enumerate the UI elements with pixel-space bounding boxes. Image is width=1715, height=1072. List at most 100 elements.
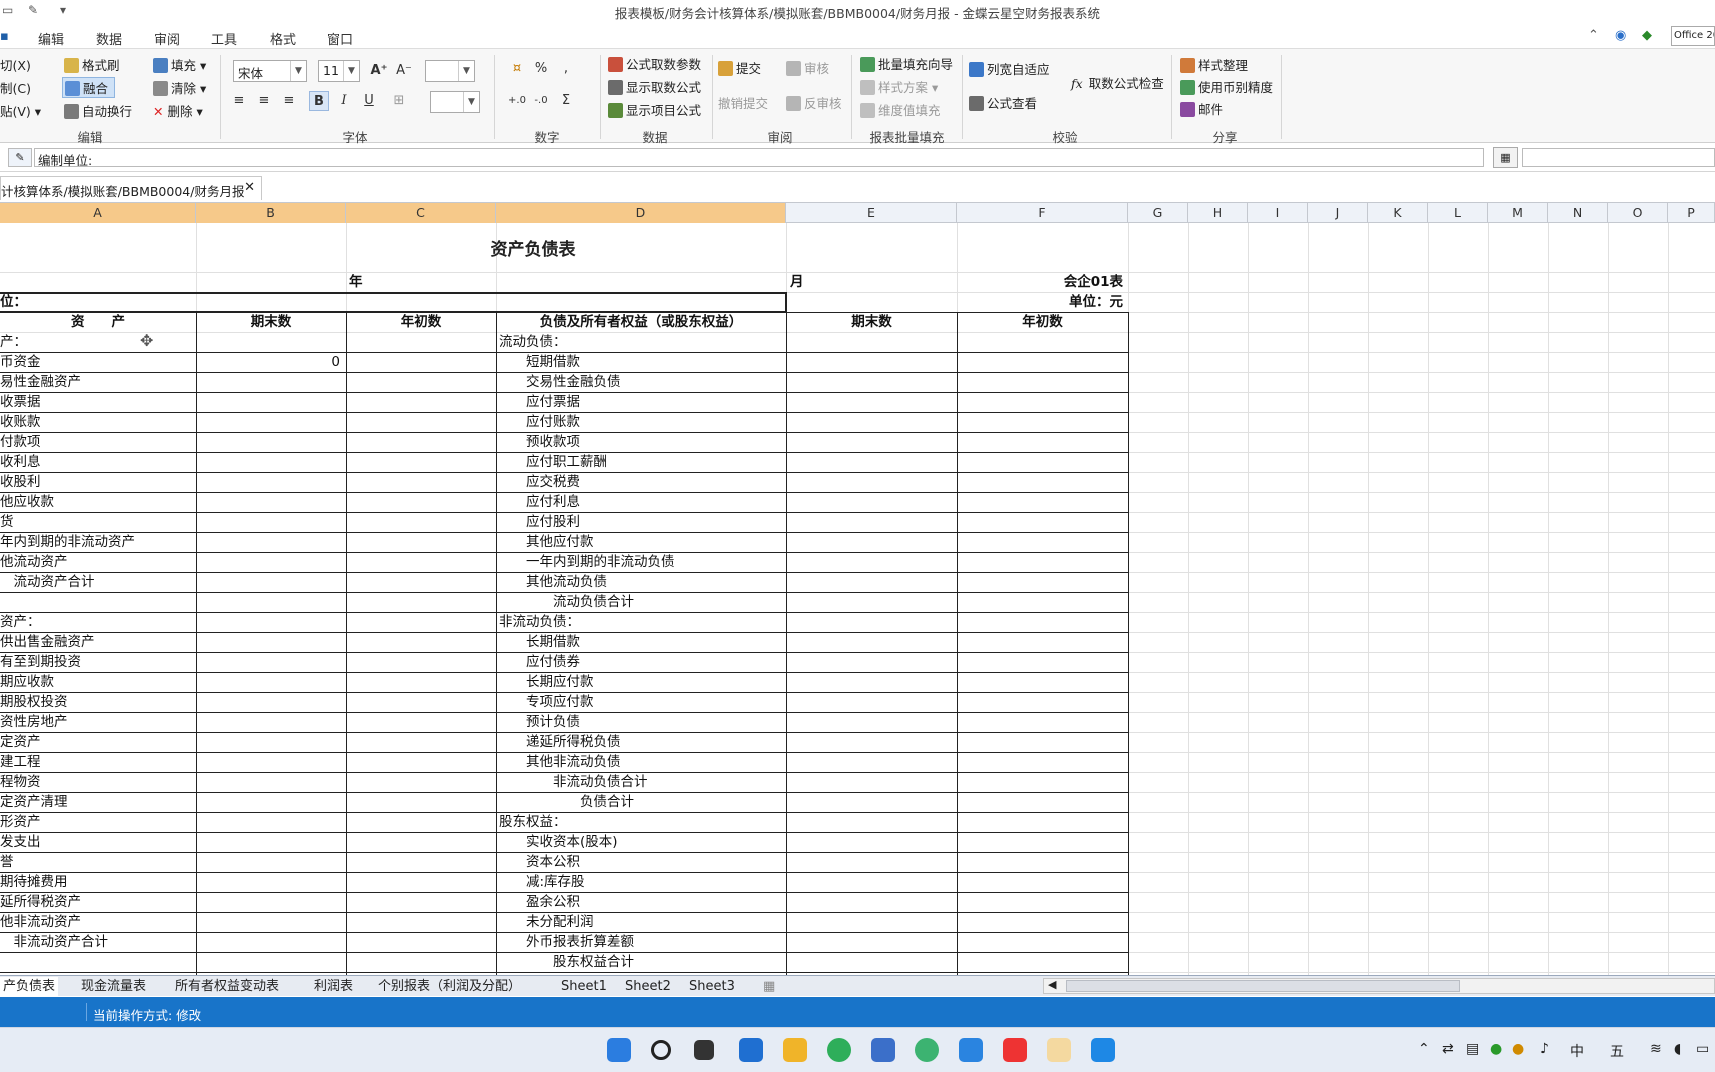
wps-icon[interactable] — [1003, 1038, 1027, 1062]
col-header-h[interactable]: H — [1188, 203, 1248, 223]
cancel-submit-button[interactable]: 撤销提交 — [718, 93, 768, 112]
row-liability-label[interactable]: 减:库存股 — [499, 872, 585, 892]
row-asset-label[interactable]: 货 — [0, 512, 14, 532]
italic-icon[interactable]: I — [334, 91, 354, 111]
col-header-n[interactable]: N — [1548, 203, 1608, 223]
col-header-c[interactable]: C — [346, 203, 496, 223]
row-asset-label[interactable]: 年内到期的非流动资产 — [0, 532, 135, 552]
row-asset-period-end[interactable] — [196, 692, 340, 712]
app-icon-3[interactable] — [1047, 1038, 1071, 1062]
align-left-icon[interactable]: ≡ — [229, 91, 249, 111]
auto-fit-column-button[interactable]: 列宽自适应 — [969, 59, 1050, 78]
row-asset-period-end[interactable] — [196, 912, 340, 932]
row-asset-label[interactable]: 期待摊费用 — [0, 872, 68, 892]
menu-format[interactable]: 格式 — [270, 29, 296, 48]
menu-window[interactable]: 窗口 — [327, 29, 353, 48]
document-tab[interactable]: 计核算体系/模拟账套/BBMB0004/财务月报 ✕ — [0, 176, 262, 200]
col-header-i[interactable]: I — [1248, 203, 1308, 223]
app-icon-2[interactable] — [959, 1038, 983, 1062]
menu-home-partial[interactable]: ▪ — [0, 29, 9, 44]
row-asset-period-end[interactable] — [196, 792, 340, 812]
row-asset-period-end[interactable] — [196, 852, 340, 872]
row-asset-label[interactable]: 有至到期投资 — [0, 652, 81, 672]
row-asset-period-end[interactable]: 0 — [196, 352, 340, 372]
sheet-tab-equity[interactable]: 所有者权益变动表 — [172, 977, 282, 996]
font-shrink-icon[interactable]: A⁻ — [394, 61, 414, 81]
row-liability-label[interactable]: 交易性金融负债 — [499, 372, 621, 392]
row-asset-period-end[interactable] — [196, 572, 340, 592]
row-asset-period-end[interactable] — [196, 832, 340, 852]
menu-tools[interactable]: 工具 — [211, 29, 237, 48]
row-asset-label[interactable]: 发支出 — [0, 832, 41, 852]
row-liability-label[interactable]: 股东权益： — [499, 812, 567, 832]
formula-check-button[interactable]: fx 取数公式检查 — [1071, 73, 1164, 92]
row-asset-period-end[interactable] — [196, 592, 340, 612]
sheet-tab-sheet2[interactable]: Sheet2 — [622, 977, 674, 996]
tray-icon-4[interactable]: ● — [1512, 1041, 1524, 1057]
row-asset-period-end[interactable] — [196, 632, 340, 652]
widgets-icon[interactable] — [739, 1038, 763, 1062]
kingdee-icon[interactable] — [1091, 1038, 1115, 1062]
row-asset-period-end[interactable] — [196, 892, 340, 912]
row-liability-label[interactable]: 盈余公积 — [499, 892, 580, 912]
format-painter-button[interactable]: 格式刷 — [64, 55, 120, 74]
row-liability-label[interactable]: 应付账款 — [499, 412, 580, 432]
wifi-icon[interactable]: ≋ — [1650, 1041, 1662, 1057]
row-asset-label[interactable]: 流动资产合计 — [0, 572, 94, 592]
row-liability-label[interactable]: 未分配利润 — [499, 912, 594, 932]
row-asset-label[interactable]: 定资产 — [0, 732, 41, 752]
row-asset-label[interactable]: 誉 — [0, 852, 14, 872]
row-asset-label[interactable]: 供出售金融资产 — [0, 632, 95, 652]
row-asset-label[interactable]: 定资产清理 — [0, 792, 68, 812]
col-header-b[interactable]: B — [196, 203, 346, 223]
row-asset-label[interactable]: 收账款 — [0, 412, 41, 432]
align-center-icon[interactable]: ≡ — [254, 91, 274, 111]
browser-icon[interactable] — [827, 1038, 851, 1062]
row-liability-label[interactable]: 预收款项 — [499, 432, 580, 452]
row-asset-label[interactable]: 收票据 — [0, 392, 41, 412]
row-liability-label[interactable]: 应付票据 — [499, 392, 580, 412]
task-view-icon[interactable] — [694, 1040, 714, 1060]
row-asset-label[interactable]: 他应收款 — [0, 492, 54, 512]
row-liability-label[interactable]: 长期应付款 — [499, 672, 594, 692]
row-asset-period-end[interactable] — [196, 732, 340, 752]
row-asset-label[interactable]: 产： — [0, 332, 27, 352]
row-liability-label[interactable]: 一年内到期的非流动负债 — [499, 552, 675, 572]
office-style-select[interactable]: Office 2013 — [1671, 26, 1715, 46]
row-liability-label[interactable]: 递延所得税负债 — [499, 732, 621, 752]
font-grow-icon[interactable]: A⁺ — [369, 61, 389, 81]
start-icon[interactable] — [607, 1038, 631, 1062]
formula-aux-input[interactable] — [1522, 148, 1715, 167]
row-asset-label[interactable]: 资性房地产 — [0, 712, 68, 732]
ime-lang[interactable]: 中 — [1570, 1041, 1584, 1061]
paste-button[interactable]: 贴(V) ▾ — [0, 101, 41, 120]
add-sheet-icon[interactable]: ▦ — [760, 977, 778, 996]
row-asset-period-end[interactable] — [196, 772, 340, 792]
menu-data[interactable]: 数据 — [96, 29, 122, 48]
row-asset-label[interactable]: 收利息 — [0, 452, 41, 472]
row-asset-label[interactable]: 形资产 — [0, 812, 41, 832]
col-header-g[interactable]: G — [1128, 203, 1188, 223]
row-liability-label[interactable]: 流动负债合计 — [499, 592, 634, 612]
row-asset-label[interactable]: 易性金融资产 — [0, 372, 81, 392]
row-liability-label[interactable]: 应交税费 — [499, 472, 580, 492]
row-liability-label[interactable]: 其他应付款 — [499, 532, 594, 552]
menu-edit[interactable]: 编辑 — [38, 29, 64, 48]
decrease-decimal-icon[interactable]: -.0 — [531, 91, 551, 111]
formula-params-button[interactable]: 公式取数参数 — [608, 54, 701, 73]
col-header-k[interactable]: K — [1368, 203, 1428, 223]
menu-review[interactable]: 审阅 — [154, 29, 180, 48]
row-asset-label[interactable]: 收股利 — [0, 472, 41, 492]
ime-mode[interactable]: 五 — [1610, 1041, 1624, 1061]
mic-icon[interactable]: ♪ — [1540, 1041, 1549, 1057]
row-liability-label[interactable]: 应付利息 — [499, 492, 580, 512]
tray-icon-2[interactable]: ▤ — [1466, 1041, 1479, 1057]
row-asset-label[interactable]: 付款项 — [0, 432, 41, 452]
cell-border-icon[interactable]: ⊞ — [389, 91, 409, 111]
row-asset-period-end[interactable] — [196, 812, 340, 832]
formula-calc-icon[interactable]: ▦ — [1493, 147, 1518, 168]
row-asset-label[interactable]: 他非流动资产 — [0, 912, 81, 932]
help-icon[interactable]: ◉ — [1615, 28, 1626, 43]
row-liability-label[interactable]: 非流动负债合计 — [499, 772, 648, 792]
row-asset-period-end[interactable] — [196, 332, 340, 352]
